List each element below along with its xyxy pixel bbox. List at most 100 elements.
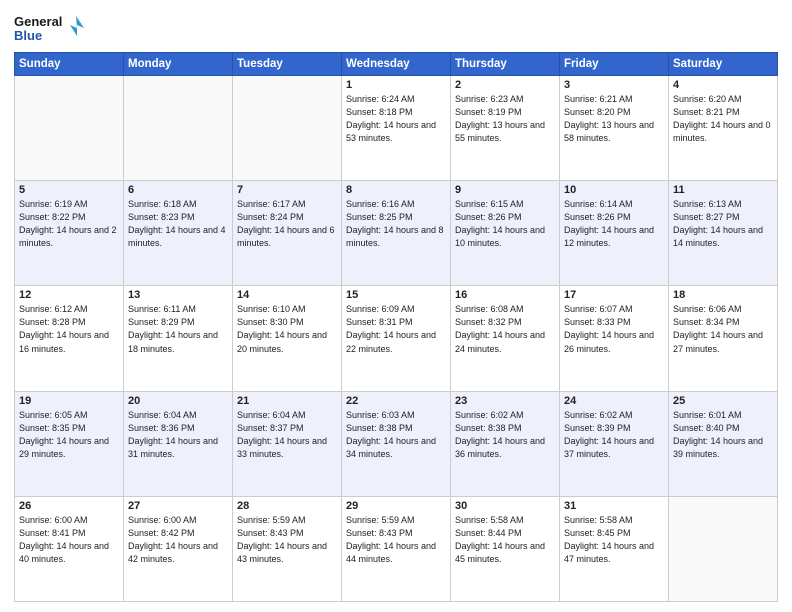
day-number: 11	[673, 184, 773, 196]
day-info: Sunrise: 5:59 AMSunset: 8:43 PMDaylight:…	[346, 514, 446, 566]
day-cell	[15, 76, 124, 181]
day-cell: 7 Sunrise: 6:17 AMSunset: 8:24 PMDaylight…	[233, 181, 342, 286]
day-cell	[669, 496, 778, 601]
day-number: 21	[237, 395, 337, 407]
day-cell: 20 Sunrise: 6:04 AMSunset: 8:36 PMDayligh…	[124, 391, 233, 496]
week-row-1: 1 Sunrise: 6:24 AMSunset: 8:18 PMDaylight…	[15, 76, 778, 181]
weekday-header-row: SundayMondayTuesdayWednesdayThursdayFrid…	[15, 53, 778, 76]
day-number: 20	[128, 395, 228, 407]
day-number: 28	[237, 500, 337, 512]
day-cell: 15 Sunrise: 6:09 AMSunset: 8:31 PMDayligh…	[342, 286, 451, 391]
day-info: Sunrise: 6:00 AMSunset: 8:41 PMDaylight:…	[19, 514, 119, 566]
generalblue-logo: General Blue	[14, 10, 84, 46]
day-number: 19	[19, 395, 119, 407]
day-cell: 6 Sunrise: 6:18 AMSunset: 8:23 PMDaylight…	[124, 181, 233, 286]
calendar-table: SundayMondayTuesdayWednesdayThursdayFrid…	[14, 52, 778, 602]
day-cell	[124, 76, 233, 181]
day-cell: 2Sunrise: 6:23 AMSunset: 8:19 PMDaylight…	[451, 76, 560, 181]
week-row-3: 12 Sunrise: 6:12 AMSunset: 8:28 PMDayligh…	[15, 286, 778, 391]
day-number: 14	[237, 289, 337, 301]
day-info: Sunrise: 6:04 AMSunset: 8:37 PMDaylight:…	[237, 409, 337, 461]
day-number: 13	[128, 289, 228, 301]
day-cell	[233, 76, 342, 181]
day-cell: 21 Sunrise: 6:04 AMSunset: 8:37 PMDayligh…	[233, 391, 342, 496]
day-cell: 12 Sunrise: 6:12 AMSunset: 8:28 PMDayligh…	[15, 286, 124, 391]
day-info: Sunrise: 5:58 AMSunset: 8:45 PMDaylight:…	[564, 514, 664, 566]
day-number: 17	[564, 289, 664, 301]
weekday-header-monday: Monday	[124, 53, 233, 76]
day-info: Sunrise: 6:05 AMSunset: 8:35 PMDaylight:…	[19, 409, 119, 461]
day-info: Sunrise: 6:00 AMSunset: 8:42 PMDaylight:…	[128, 514, 228, 566]
day-number: 25	[673, 395, 773, 407]
day-cell: 10 Sunrise: 6:14 AMSunset: 8:26 PMDayligh…	[560, 181, 669, 286]
day-info: Sunrise: 6:04 AMSunset: 8:36 PMDaylight:…	[128, 409, 228, 461]
day-cell: 13 Sunrise: 6:11 AMSunset: 8:29 PMDayligh…	[124, 286, 233, 391]
day-info: Sunrise: 6:19 AMSunset: 8:22 PMDaylight:…	[19, 198, 119, 250]
week-row-5: 26 Sunrise: 6:00 AMSunset: 8:41 PMDayligh…	[15, 496, 778, 601]
day-info: Sunrise: 6:01 AMSunset: 8:40 PMDaylight:…	[673, 409, 773, 461]
day-number: 7	[237, 184, 337, 196]
day-number: 3	[564, 79, 664, 91]
day-info: Sunrise: 6:14 AMSunset: 8:26 PMDaylight:…	[564, 198, 664, 250]
day-info: Sunrise: 6:24 AMSunset: 8:18 PMDaylight:…	[346, 93, 446, 145]
day-cell: 23 Sunrise: 6:02 AMSunset: 8:38 PMDayligh…	[451, 391, 560, 496]
day-info: Sunrise: 6:09 AMSunset: 8:31 PMDaylight:…	[346, 303, 446, 355]
day-number: 6	[128, 184, 228, 196]
day-number: 5	[19, 184, 119, 196]
day-cell: 9Sunrise: 6:15 AMSunset: 8:26 PMDaylight…	[451, 181, 560, 286]
week-row-2: 5 Sunrise: 6:19 AMSunset: 8:22 PMDaylight…	[15, 181, 778, 286]
weekday-header-saturday: Saturday	[669, 53, 778, 76]
day-info: Sunrise: 6:02 AMSunset: 8:39 PMDaylight:…	[564, 409, 664, 461]
day-cell: 3 Sunrise: 6:21 AMSunset: 8:20 PMDaylight…	[560, 76, 669, 181]
day-cell: 26 Sunrise: 6:00 AMSunset: 8:41 PMDayligh…	[15, 496, 124, 601]
day-info: Sunrise: 6:16 AMSunset: 8:25 PMDaylight:…	[346, 198, 446, 250]
day-cell: 22 Sunrise: 6:03 AMSunset: 8:38 PMDayligh…	[342, 391, 451, 496]
day-info: Sunrise: 6:13 AMSunset: 8:27 PMDaylight:…	[673, 198, 773, 250]
day-number: 18	[673, 289, 773, 301]
day-info: Sunrise: 6:10 AMSunset: 8:30 PMDaylight:…	[237, 303, 337, 355]
day-info: Sunrise: 5:58 AMSunset: 8:44 PMDaylight:…	[455, 514, 555, 566]
day-number: 16	[455, 289, 555, 301]
day-number: 30	[455, 500, 555, 512]
day-number: 15	[346, 289, 446, 301]
header: General Blue	[14, 10, 778, 46]
day-number: 26	[19, 500, 119, 512]
page: General Blue SundayMondayTuesdayWednesda…	[0, 0, 792, 612]
weekday-header-friday: Friday	[560, 53, 669, 76]
day-info: Sunrise: 6:12 AMSunset: 8:28 PMDaylight:…	[19, 303, 119, 355]
day-number: 12	[19, 289, 119, 301]
day-cell: 25 Sunrise: 6:01 AMSunset: 8:40 PMDayligh…	[669, 391, 778, 496]
weekday-header-tuesday: Tuesday	[233, 53, 342, 76]
day-info: Sunrise: 6:07 AMSunset: 8:33 PMDaylight:…	[564, 303, 664, 355]
day-cell: 27Sunrise: 6:00 AMSunset: 8:42 PMDayligh…	[124, 496, 233, 601]
day-info: Sunrise: 6:11 AMSunset: 8:29 PMDaylight:…	[128, 303, 228, 355]
logo: General Blue	[14, 10, 84, 46]
week-row-4: 19 Sunrise: 6:05 AMSunset: 8:35 PMDayligh…	[15, 391, 778, 496]
day-info: Sunrise: 6:18 AMSunset: 8:23 PMDaylight:…	[128, 198, 228, 250]
day-cell: 8 Sunrise: 6:16 AMSunset: 8:25 PMDaylight…	[342, 181, 451, 286]
day-number: 10	[564, 184, 664, 196]
day-number: 9	[455, 184, 555, 196]
day-cell: 29Sunrise: 5:59 AMSunset: 8:43 PMDayligh…	[342, 496, 451, 601]
day-cell: 17 Sunrise: 6:07 AMSunset: 8:33 PMDayligh…	[560, 286, 669, 391]
day-info: Sunrise: 6:17 AMSunset: 8:24 PMDaylight:…	[237, 198, 337, 250]
day-info: Sunrise: 6:06 AMSunset: 8:34 PMDaylight:…	[673, 303, 773, 355]
day-number: 24	[564, 395, 664, 407]
weekday-header-thursday: Thursday	[451, 53, 560, 76]
day-info: Sunrise: 5:59 AMSunset: 8:43 PMDaylight:…	[237, 514, 337, 566]
day-cell: 31Sunrise: 5:58 AMSunset: 8:45 PMDayligh…	[560, 496, 669, 601]
day-cell: 11 Sunrise: 6:13 AMSunset: 8:27 PMDayligh…	[669, 181, 778, 286]
day-info: Sunrise: 6:03 AMSunset: 8:38 PMDaylight:…	[346, 409, 446, 461]
day-number: 22	[346, 395, 446, 407]
day-number: 1	[346, 79, 446, 91]
day-info: Sunrise: 6:02 AMSunset: 8:38 PMDaylight:…	[455, 409, 555, 461]
day-info: Sunrise: 6:21 AMSunset: 8:20 PMDaylight:…	[564, 93, 664, 145]
day-info: Sunrise: 6:23 AMSunset: 8:19 PMDaylight:…	[455, 93, 555, 145]
day-info: Sunrise: 6:20 AMSunset: 8:21 PMDaylight:…	[673, 93, 773, 145]
day-number: 8	[346, 184, 446, 196]
day-number: 23	[455, 395, 555, 407]
day-cell: 4Sunrise: 6:20 AMSunset: 8:21 PMDaylight…	[669, 76, 778, 181]
weekday-header-sunday: Sunday	[15, 53, 124, 76]
day-cell: 30 Sunrise: 5:58 AMSunset: 8:44 PMDayligh…	[451, 496, 560, 601]
svg-text:Blue: Blue	[14, 28, 42, 43]
